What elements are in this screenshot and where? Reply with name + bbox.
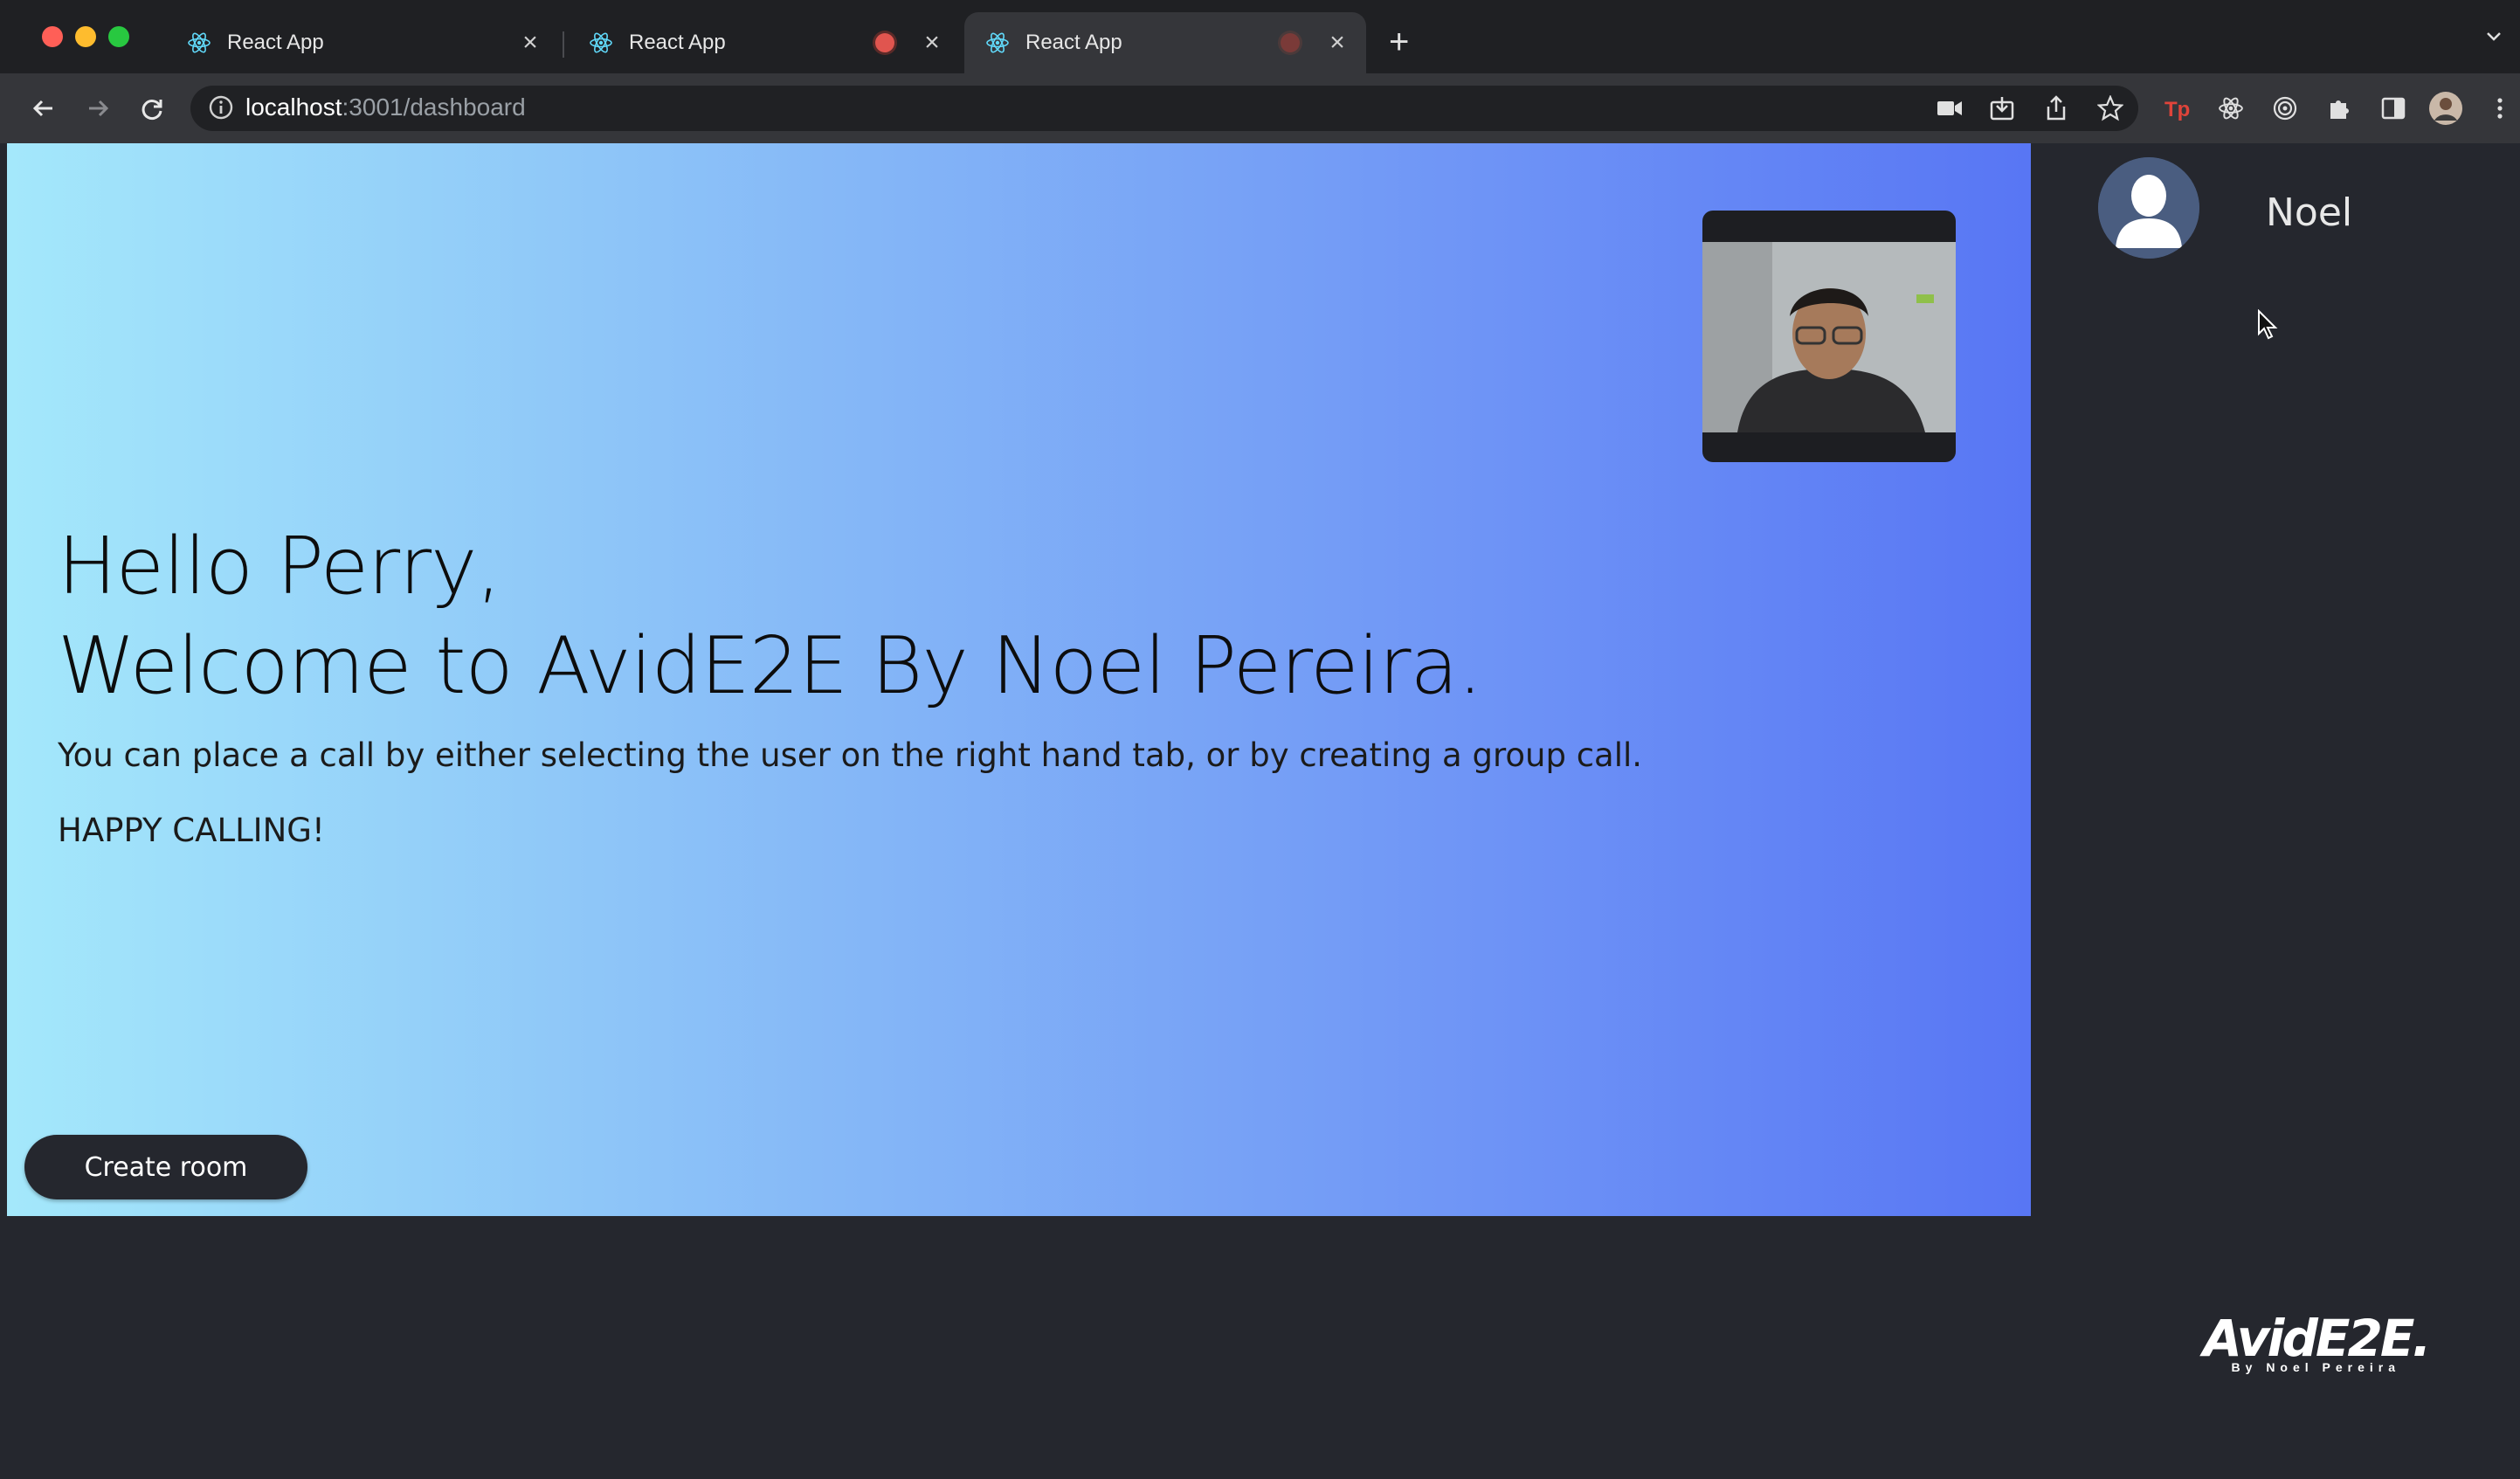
mouse-cursor-icon — [2258, 309, 2278, 340]
bookmark-star-icon[interactable] — [2093, 91, 2128, 126]
url-text[interactable]: localhost:3001/dashboard — [245, 93, 526, 121]
react-icon — [986, 32, 1009, 53]
instructions-text: You can place a call by either selecting… — [58, 736, 1643, 774]
tab-title: React App — [227, 31, 324, 54]
react-icon — [188, 32, 211, 53]
page-title: Hello Perry, Welcome to AvidE2E By Noel … — [58, 517, 1482, 716]
browser-tab-1[interactable]: React App × — [166, 12, 559, 73]
install-app-icon[interactable] — [1985, 91, 2019, 126]
target-extension-icon[interactable] — [2268, 91, 2303, 126]
video-feed — [1702, 242, 1956, 432]
close-tab-icon[interactable]: × — [1324, 28, 1350, 58]
recording-indicator-icon — [875, 33, 894, 52]
minimize-window-button[interactable] — [75, 26, 96, 47]
camera-in-use-icon[interactable] — [1932, 91, 1967, 126]
greeting-line: Hello Perry, — [58, 521, 501, 612]
browser-menu-icon[interactable] — [2482, 91, 2517, 126]
close-window-button[interactable] — [42, 26, 63, 47]
avide2e-logo: AvidE2E. By Noel Pereira — [2203, 1309, 2432, 1374]
recording-indicator-icon — [1281, 33, 1300, 52]
forward-button[interactable] — [79, 89, 117, 128]
user-silhouette-icon — [2098, 157, 2199, 259]
back-button[interactable] — [24, 89, 63, 128]
close-tab-icon[interactable]: × — [919, 28, 945, 58]
tab-divider — [563, 31, 564, 58]
browser-tab-strip: React App × React App × React App × + — [0, 0, 2520, 73]
react-devtools-icon[interactable] — [2213, 91, 2248, 126]
user-avatar[interactable] — [2098, 157, 2199, 259]
person-silhouette-icon — [1702, 242, 1956, 432]
extensions-puzzle-icon[interactable] — [2322, 91, 2357, 126]
tab-title: React App — [1025, 31, 1122, 54]
new-tab-button[interactable]: + — [1389, 23, 1409, 61]
url-host: localhost — [245, 93, 342, 121]
svg-text:Tp: Tp — [2164, 98, 2190, 121]
local-video-preview — [1702, 211, 1956, 462]
arrow-left-icon — [32, 100, 52, 117]
close-tab-icon[interactable]: × — [517, 28, 543, 58]
side-panel-icon[interactable] — [2376, 91, 2411, 126]
tagline-text: HAPPY CALLING! — [58, 812, 325, 849]
sidebar-user-noel[interactable]: Noel — [2266, 190, 2352, 235]
maximize-window-button[interactable] — [108, 26, 129, 47]
create-room-button[interactable]: Create room — [24, 1135, 307, 1199]
profile-avatar[interactable] — [2428, 91, 2463, 126]
share-icon[interactable] — [2039, 91, 2074, 126]
logo-wordmark: AvidE2E. — [2203, 1309, 2432, 1368]
tab-search-chevron-icon[interactable] — [2484, 26, 2503, 45]
url-path: :3001/dashboard — [342, 93, 526, 121]
logo-subtitle: By Noel Pereira — [2231, 1360, 2401, 1374]
info-icon[interactable] — [208, 94, 234, 121]
reload-icon — [142, 100, 162, 120]
reload-button[interactable] — [133, 89, 171, 128]
browser-tab-2[interactable]: React App × — [568, 12, 961, 73]
react-icon — [590, 32, 612, 53]
tab-title: React App — [629, 31, 726, 54]
arrow-right-icon — [89, 100, 109, 117]
browser-tab-3-active[interactable]: React App × — [964, 12, 1366, 73]
welcome-line: Welcome to AvidE2E By Noel Pereira. — [58, 620, 1482, 712]
tp-extension-icon[interactable]: Tp — [2159, 91, 2194, 126]
